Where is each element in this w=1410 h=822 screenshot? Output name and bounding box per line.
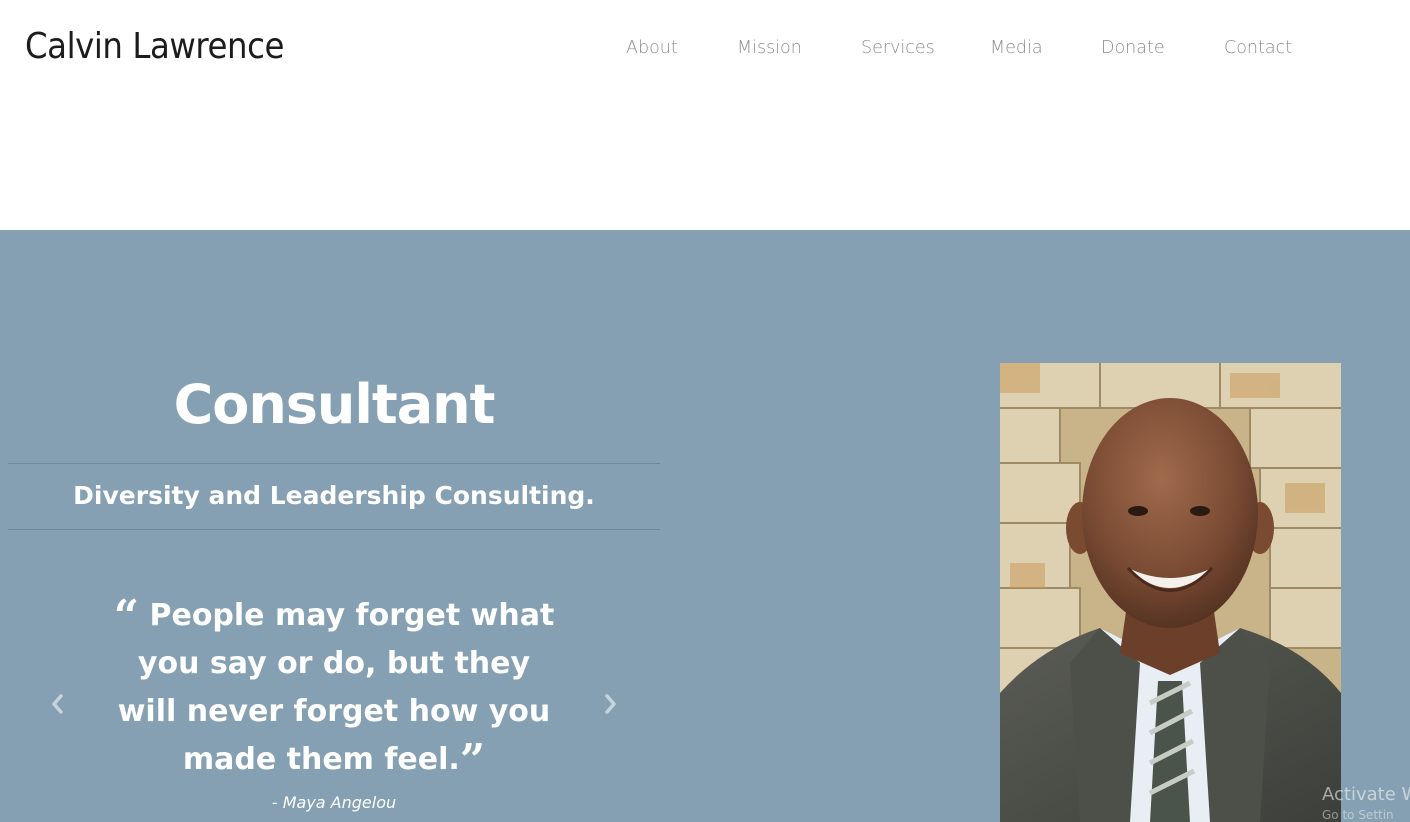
activation-watermark-sub: Go to Settin: [1322, 808, 1394, 822]
main-nav: About Mission Services Media Donate Cont…: [0, 36, 1410, 60]
quote-author: - Maya Angelou: [271, 793, 397, 812]
hero-section: Consultant Diversity and Leadership Cons…: [0, 230, 1410, 822]
nav-donate[interactable]: Donate: [1101, 36, 1165, 60]
chevron-right-icon[interactable]: [598, 690, 622, 718]
hero-subtitle: Diversity and Leadership Consulting.: [73, 481, 595, 510]
hero-title: Consultant: [173, 373, 496, 436]
chevron-left-icon[interactable]: [46, 690, 70, 718]
activation-watermark: Activate W: [1322, 784, 1410, 805]
nav-about[interactable]: About: [626, 36, 678, 60]
nav-mission[interactable]: Mission: [737, 36, 802, 60]
nav-contact[interactable]: Contact: [1224, 36, 1292, 60]
close-quote-icon: ”: [459, 735, 486, 786]
quote-text: People may forget what you say or do, bu…: [117, 598, 555, 777]
nav-services[interactable]: Services: [861, 36, 935, 60]
nav-media[interactable]: Media: [990, 36, 1043, 60]
portrait-photo: [1000, 363, 1341, 822]
divider: [8, 529, 660, 530]
open-quote-icon: “: [113, 591, 140, 642]
testimonial-quote: “ People may forget what you say or do, …: [104, 592, 564, 784]
divider: [8, 463, 660, 464]
